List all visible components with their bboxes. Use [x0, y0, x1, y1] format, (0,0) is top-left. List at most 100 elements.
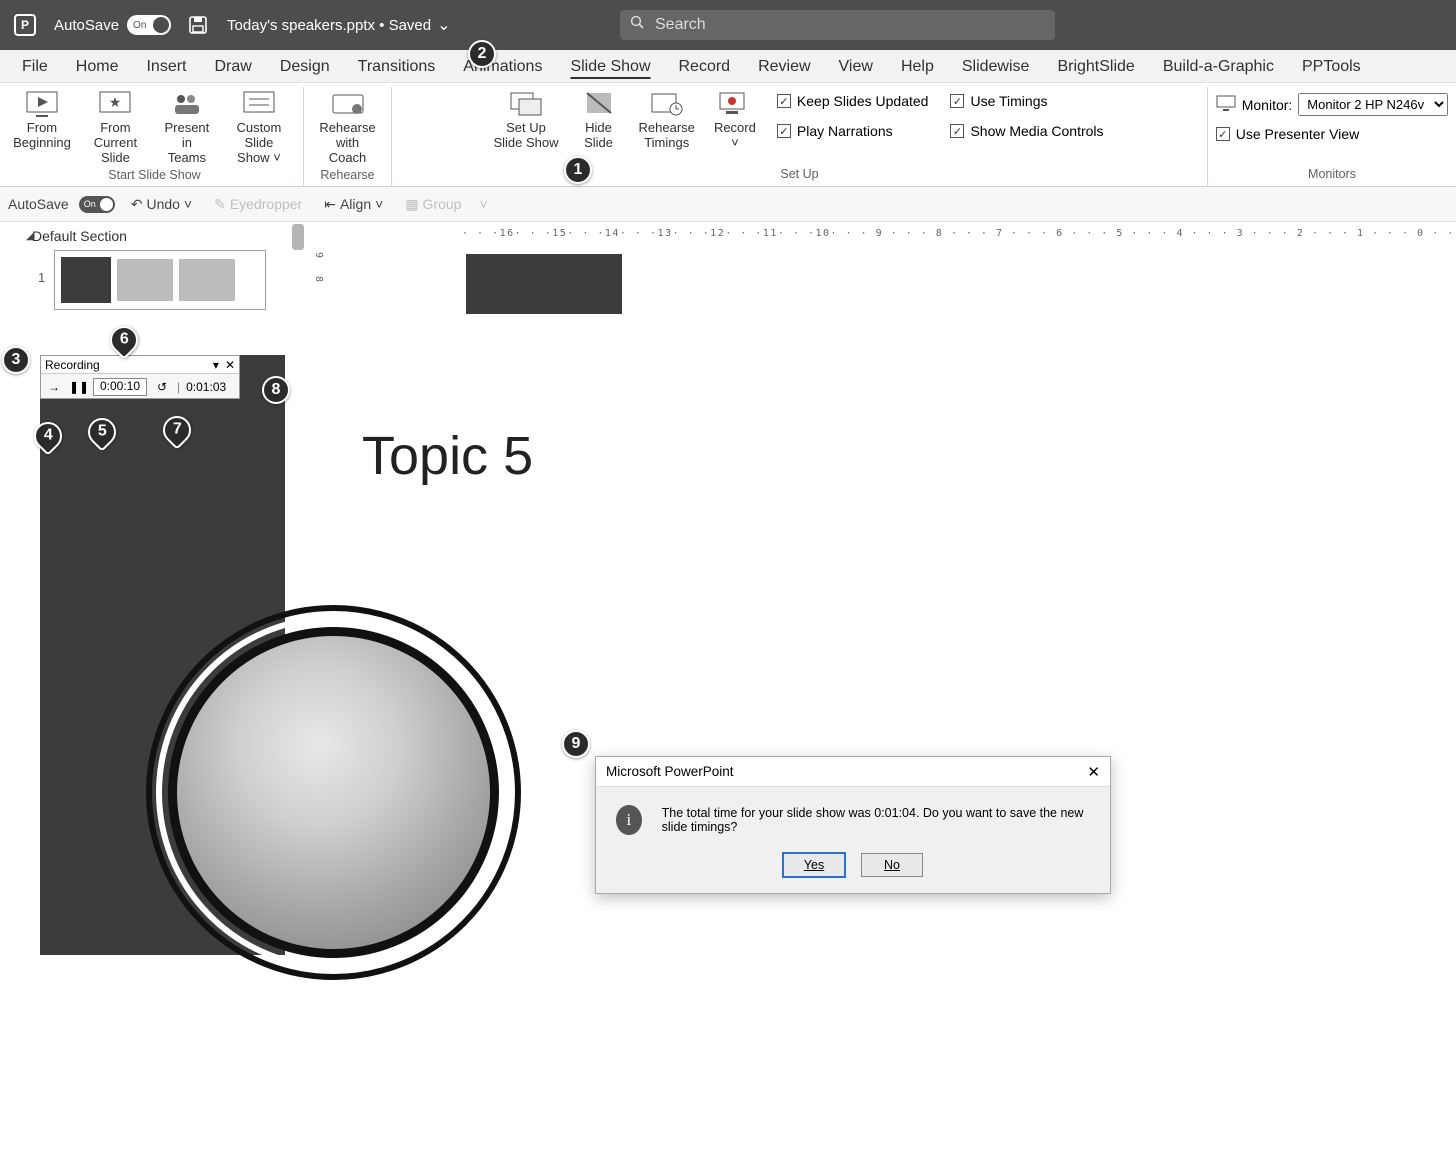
- callout-9: 9: [562, 730, 590, 758]
- tab-draw[interactable]: Draw: [200, 52, 265, 82]
- slide-elapsed-time: 0:00:10: [93, 378, 147, 396]
- tab-animations[interactable]: Animations: [449, 52, 556, 82]
- file-name[interactable]: Today's speakers.pptx • Saved: [227, 17, 431, 34]
- hide-icon: [581, 89, 617, 119]
- chevron-down-icon[interactable]: ˅: [479, 196, 487, 212]
- chk-presenter-view[interactable]: ✓Use Presenter View: [1210, 126, 1359, 142]
- chk-show-media[interactable]: ✓Show Media Controls: [950, 123, 1103, 139]
- tab-insert[interactable]: Insert: [132, 52, 200, 82]
- pause-icon[interactable]: ❚❚: [69, 380, 87, 394]
- quick-access-toolbar: AutoSave On ↶Undo˅ ✎Eyedropper ⇤Align˅ ▦…: [0, 187, 1456, 222]
- recording-close-icon[interactable]: ✕: [225, 358, 235, 372]
- from-beginning-button[interactable]: FromBeginning: [12, 87, 72, 153]
- label: Presentin Teams: [164, 121, 209, 166]
- tab-slidewise[interactable]: Slidewise: [948, 52, 1044, 82]
- yes-button[interactable]: Yes: [783, 853, 845, 877]
- label: Align: [340, 196, 371, 212]
- tab-transitions[interactable]: Transitions: [344, 52, 450, 82]
- app-icon: P: [14, 14, 36, 36]
- tab-home[interactable]: Home: [62, 52, 133, 82]
- dialog-title: Microsoft PowerPoint: [606, 764, 734, 779]
- search-placeholder: Search: [655, 16, 706, 34]
- qat-autosave-label: AutoSave: [8, 196, 69, 212]
- dialog-close-icon[interactable]: ✕: [1087, 763, 1100, 781]
- section-header[interactable]: Default Section: [0, 222, 290, 250]
- custom-show-button[interactable]: Custom SlideShow ˅: [221, 87, 297, 168]
- tab-help[interactable]: Help: [887, 52, 948, 82]
- group-icon: ▦: [405, 196, 418, 213]
- chevron-down-icon: ˅: [731, 135, 739, 150]
- record-button[interactable]: Record˅: [707, 87, 763, 153]
- search-box[interactable]: Search: [620, 10, 1055, 40]
- rehearse-coach-button[interactable]: Rehearsewith Coach: [310, 87, 385, 168]
- record-icon: [717, 89, 753, 119]
- tab-view[interactable]: View: [825, 52, 887, 82]
- chk-keep-updated[interactable]: ✓Keep Slides Updated: [777, 93, 929, 109]
- from-current-button[interactable]: ★ FromCurrent Slide: [78, 87, 153, 168]
- search-icon: [630, 15, 645, 35]
- recording-toolbar[interactable]: Recording ▾✕ → ❚❚ 0:00:10 ↺ | 0:01:03: [40, 355, 240, 399]
- chk-play-narrations[interactable]: ✓Play Narrations: [777, 123, 929, 139]
- save-icon[interactable]: [187, 14, 209, 36]
- vertical-ruler: 9 8: [306, 252, 324, 288]
- group-start-slideshow: FromBeginning ★ FromCurrent Slide Presen…: [6, 87, 304, 186]
- thumbnail-pane[interactable]: Default Section 1: [0, 222, 290, 310]
- coach-icon: [330, 89, 366, 119]
- filename-chevron-icon[interactable]: ⌄: [437, 15, 450, 35]
- tab-file[interactable]: File: [8, 52, 62, 82]
- tab-pptools[interactable]: PPTools: [1288, 52, 1375, 82]
- title-bar: P AutoSave On Today's speakers.pptx • Sa…: [0, 0, 1456, 50]
- tab-buildagraphic[interactable]: Build-a-Graphic: [1149, 52, 1288, 82]
- chevron-down-icon[interactable]: ˅: [184, 196, 192, 212]
- label: Group: [423, 196, 462, 212]
- timings-icon: [649, 89, 685, 119]
- monitor-select[interactable]: Monitor 2 HP N246v: [1298, 93, 1448, 116]
- repeat-icon[interactable]: ↺: [153, 380, 171, 394]
- tab-brightslide[interactable]: BrightSlide: [1043, 52, 1148, 82]
- align-button[interactable]: ⇤Align˅: [318, 196, 389, 213]
- tab-review[interactable]: Review: [744, 52, 824, 82]
- recording-menu-icon[interactable]: ▾: [213, 358, 219, 372]
- label: Use Timings: [970, 93, 1047, 109]
- label: Play Narrations: [797, 123, 893, 139]
- thumb-photo: [117, 259, 173, 301]
- tab-record[interactable]: Record: [665, 52, 745, 82]
- monitor-label: Monitor:: [1242, 97, 1293, 113]
- svg-text:★: ★: [109, 94, 122, 110]
- label: FromBeginning: [13, 121, 71, 151]
- group-monitors: Monitor: Monitor 2 HP N246v ✓Use Present…: [1208, 87, 1456, 186]
- label: RehearseTimings: [639, 121, 695, 151]
- label: Rehearsewith Coach: [316, 121, 379, 166]
- label: Set UpSlide Show: [493, 121, 558, 151]
- group-button: ▦ Group ˅: [399, 196, 493, 213]
- callout-8: 8: [262, 376, 290, 404]
- tab-design[interactable]: Design: [266, 52, 344, 82]
- qat-autosave-toggle[interactable]: On: [79, 196, 115, 213]
- setup-icon: [508, 89, 544, 119]
- slide-number: 1: [38, 270, 45, 285]
- chevron-down-icon: ˅: [273, 150, 281, 165]
- label: Custom SlideShow ˅: [227, 121, 291, 166]
- slide-title: Topic 5: [362, 425, 533, 487]
- next-slide-icon[interactable]: →: [45, 380, 63, 394]
- autosave-toggle[interactable]: On: [127, 15, 171, 35]
- undo-icon: ↶: [131, 196, 143, 213]
- slide-thumbnail[interactable]: [54, 250, 266, 310]
- tab-slideshow[interactable]: Slide Show: [556, 52, 664, 82]
- no-button[interactable]: No: [861, 853, 923, 877]
- label: HideSlide: [584, 121, 613, 151]
- horizontal-ruler: · · ·16· · ·15· · ·14· · ·13· · ·12· · ·…: [462, 228, 1456, 246]
- undo-button[interactable]: ↶Undo˅: [125, 196, 198, 213]
- hide-slide-button[interactable]: HideSlide: [571, 87, 627, 153]
- recording-title: Recording: [45, 358, 100, 372]
- callout-1: 1: [564, 156, 592, 184]
- rehearse-timings-button[interactable]: RehearseTimings: [633, 87, 701, 153]
- chk-use-timings[interactable]: ✓Use Timings: [950, 93, 1103, 109]
- custom-show-icon: [241, 89, 277, 119]
- dialog-message: The total time for your slide show was 0…: [662, 806, 1090, 834]
- setup-show-button[interactable]: Set UpSlide Show: [487, 87, 564, 153]
- save-timings-dialog: Microsoft PowerPoint ✕ i The total time …: [595, 756, 1111, 894]
- present-teams-button[interactable]: Presentin Teams: [159, 87, 215, 168]
- thumb-scrollbar[interactable]: [292, 224, 304, 250]
- chevron-down-icon[interactable]: ˅: [375, 196, 383, 212]
